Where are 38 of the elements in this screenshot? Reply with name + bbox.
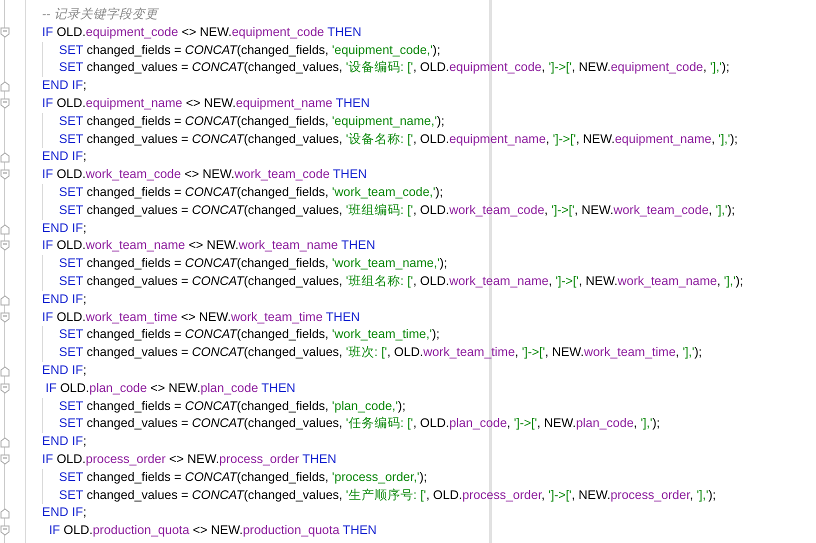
code-line: SET changed_values = CONCAT(changed_values, '任务编码: [', OLD.plan_code, ']->[', NEW.plan_code, '],'); [42, 415, 660, 434]
code-line: SET changed_values = CONCAT(changed_values, '班次: [', OLD.work_team_time, ']->[', NEW.work_team_time, '],'); [42, 344, 702, 362]
code-line: END IF; [42, 362, 86, 379]
code-line: IF OLD.work_team_time <> NEW.work_team_time THEN [42, 308, 360, 326]
code-line: IF OLD.equipment_code <> NEW.equipment_code THEN [42, 24, 362, 41]
fold-icon[interactable] [0, 525, 10, 538]
code-line: IF OLD.work_team_code <> NEW.work_team_code THEN [42, 166, 367, 184]
code-line: END IF; [42, 433, 86, 450]
code-line: IF OLD.process_order <> NEW.process_order THEN [42, 450, 336, 468]
code-line: IF OLD.production_quota <> NEW.production_quota THEN [48, 522, 377, 540]
code-line: SET changed_fields = CONCAT(changed_fields, 'plan_code,'); [42, 398, 406, 416]
code-comment: -- 记录关键字段变更 [42, 6, 158, 23]
code-line: SET changed_fields = CONCAT(changed_fields, 'work_team_name,'); [42, 255, 448, 273]
code-line: SET changed_values = CONCAT(changed_values, '生产顺序号: [', OLD.process_order, ']->[', NEW.process_order, '],'); [42, 486, 716, 504]
code-line: END IF; [42, 504, 86, 522]
fold-icon[interactable] [0, 454, 10, 466]
code-line: SET changed_fields = CONCAT(changed_fields, 'work_team_code,'); [42, 184, 444, 202]
code-line: SET changed_fields = CONCAT(changed_fields, 'process_order,'); [42, 468, 428, 487]
code-line: SET changed_values = CONCAT(changed_values, '设备名称: [', OLD.equipment_name, ']->[', NEW.equipment_name, '],'); [42, 130, 738, 148]
code-line: SET changed_values = CONCAT(changed_values, '班组名称: [', OLD.work_team_name, ']->[', NEW.work_team_name, '],'); [42, 272, 744, 291]
code-line: SET changed_fields = CONCAT(changed_fields, 'work_team_time,'); [42, 326, 440, 344]
code-line: END IF; [42, 148, 86, 166]
code-line: IF OLD.plan_code <> NEW.plan_code THEN [44, 380, 296, 397]
fold-icon[interactable] [0, 169, 10, 182]
fold-icon[interactable] [0, 240, 10, 252]
fold-icon[interactable] [0, 312, 10, 324]
fold-icon[interactable] [0, 98, 10, 110]
code-line: SET changed_fields = CONCAT(changed_fields, 'equipment_name,'); [42, 112, 444, 131]
code-line: END IF; [42, 77, 86, 94]
code-line: END IF; [42, 220, 86, 237]
code-line: SET changed_fields = CONCAT(changed_fields, 'equipment_code,'); [42, 42, 440, 60]
code-line: IF OLD.work_team_name <> NEW.work_team_name THEN [42, 237, 376, 254]
code-line: END IF; [42, 290, 86, 308]
code-line: SET changed_values = CONCAT(changed_values, '设备编码: [', OLD.equipment_code, ']->[', NEW.equipment_code, '],'); [42, 59, 730, 78]
fold-icon[interactable] [0, 382, 10, 395]
code-line: SET changed_values = CONCAT(changed_values, '班组编码: [', OLD.work_team_code, ']->[', NEW.work_team_code, '],'); [42, 202, 735, 220]
code-line: IF OLD.equipment_name <> NEW.equipment_name THEN [42, 94, 370, 112]
fold-icon[interactable] [0, 26, 10, 39]
